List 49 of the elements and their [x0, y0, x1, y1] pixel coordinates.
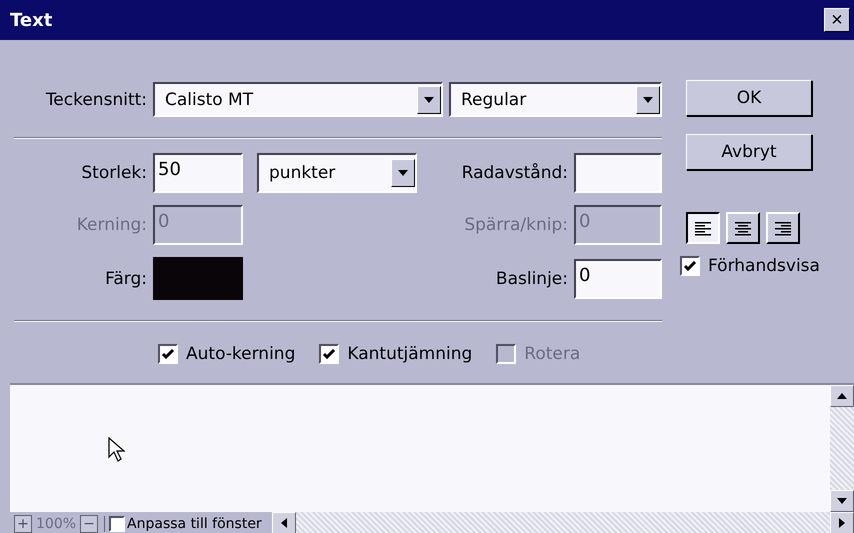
scroll-left-button[interactable]	[272, 512, 296, 533]
field-label: Baslinje:	[494, 268, 568, 288]
scroll-up-button[interactable]	[830, 385, 854, 407]
dialog-button[interactable]: OK	[686, 80, 812, 116]
field-label: Färg:	[104, 268, 147, 288]
left-arrow-icon	[280, 518, 287, 528]
style-dropdown[interactable]: Regular	[449, 82, 662, 117]
field-label: Radavstånd:	[460, 163, 568, 183]
field-label: Teckensnitt:	[44, 90, 147, 110]
input-field[interactable]	[574, 153, 662, 193]
input-field[interactable]: 50	[153, 153, 243, 193]
field-label: Storlek:	[80, 163, 147, 183]
unit-dropdown[interactable]: punkter	[257, 153, 417, 193]
checkbox[interactable]	[158, 344, 178, 364]
align-center-icon	[733, 219, 753, 237]
scroll-down-button[interactable]	[830, 490, 854, 512]
zoom-level: 100%	[36, 516, 76, 532]
right-arrow-icon	[839, 518, 845, 528]
close-button[interactable]: ×	[824, 8, 850, 32]
dialog-button[interactable]: Avbryt	[686, 134, 812, 170]
zoom-in-button[interactable]: +	[14, 514, 32, 532]
checkbox-label: Anpassa till fönster	[127, 516, 262, 532]
down-arrow-icon	[643, 96, 653, 102]
up-arrow-icon	[837, 393, 847, 399]
checkbox[interactable]	[109, 516, 126, 532]
color-swatch[interactable]	[153, 257, 243, 300]
checkbox-label: Förhandsvisa	[708, 256, 820, 276]
align-button[interactable]	[686, 212, 720, 244]
field-label: Spärra/knip:	[463, 215, 568, 235]
checkbox[interactable]	[319, 344, 340, 364]
scroll-right-button[interactable]	[830, 512, 854, 533]
align-right-icon	[773, 219, 793, 237]
checkbox-label: Rotera	[524, 344, 580, 364]
checkbox-label: Auto-kerning	[186, 344, 296, 364]
checkmark-icon	[162, 349, 174, 359]
checkmark-icon	[684, 261, 696, 271]
font-dropdown[interactable]: Calisto MT	[153, 82, 443, 117]
down-arrow-icon	[424, 96, 434, 102]
checkbox-label: Kantutjämning	[347, 344, 472, 364]
zoom-out-button[interactable]: −	[80, 514, 98, 532]
align-left-icon	[693, 219, 713, 237]
field-label: Kerning:	[76, 215, 147, 235]
cursor-icon	[108, 437, 126, 463]
down-arrow-icon	[837, 498, 847, 504]
input-field[interactable]: 0	[574, 258, 662, 298]
down-arrow-icon	[398, 170, 408, 176]
window-title: Text	[10, 10, 52, 30]
checkbox[interactable]	[680, 256, 700, 276]
checkmark-icon	[323, 349, 336, 359]
